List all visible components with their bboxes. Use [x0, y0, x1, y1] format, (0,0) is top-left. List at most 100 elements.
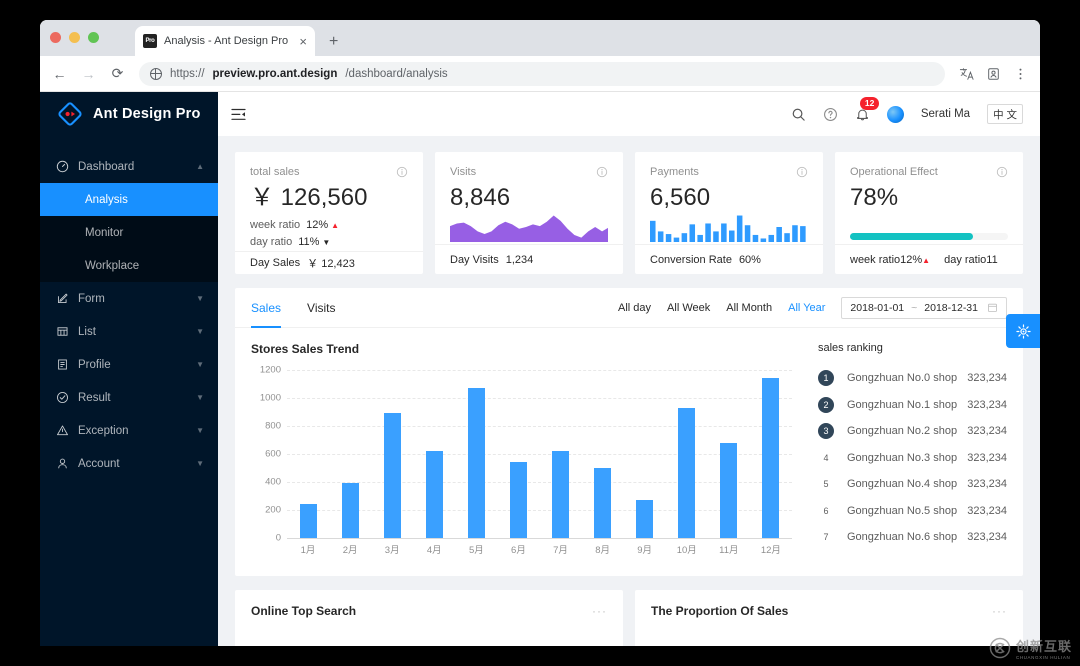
- rank-badge: 4: [823, 452, 829, 463]
- watermark-cn: 创新互联: [1015, 639, 1072, 654]
- back-icon[interactable]: ←: [52, 66, 67, 82]
- arrow-down-icon: ▼: [322, 238, 331, 247]
- kpi-card-total-sales: total sales ￥ 126,560 week ratio 12% ▲ day…: [235, 152, 423, 274]
- card-online-top-search: Online Top Search ···: [235, 590, 623, 646]
- settings-drawer-button[interactable]: [1006, 314, 1040, 348]
- week-ratio-row: week ratio12%▲: [850, 254, 930, 266]
- watermark-logo-icon: [989, 637, 1011, 659]
- y-axis-tick-label: 1200: [259, 364, 281, 376]
- browser-tabbar: Pro Analysis - Ant Design Pro × +: [40, 20, 1040, 56]
- sidebar-item-monitor[interactable]: Monitor: [40, 216, 218, 249]
- desktop-background: Pro Analysis - Ant Design Pro × + ← → ⟳ …: [0, 0, 1080, 666]
- arrow-up-icon: ▲: [922, 255, 931, 265]
- sidebar-item-label: Account: [78, 457, 120, 470]
- more-options-icon[interactable]: ···: [592, 604, 607, 618]
- sidebar-item-workplace[interactable]: Workplace: [40, 249, 218, 282]
- week-ratio-label: week ratio: [850, 253, 901, 266]
- sidebar-item-account[interactable]: Account ▼: [40, 447, 218, 480]
- y-axis-tick-label: 600: [265, 448, 281, 460]
- rank-shop-name: Gongzhuan No.6 shop: [847, 531, 958, 544]
- profile-avatar-icon[interactable]: [986, 67, 1001, 81]
- address-bar[interactable]: https:// preview.pro.ant.design/dashboard…: [139, 61, 945, 86]
- info-circle-icon[interactable]: [596, 166, 608, 178]
- range-all-year[interactable]: All Year: [788, 302, 825, 314]
- info-circle-icon[interactable]: [396, 166, 408, 178]
- sidebar-item-form[interactable]: Form ▼: [40, 282, 218, 315]
- gridline: [287, 426, 792, 427]
- app-header: 12 Serati Ma 中 文: [218, 92, 1040, 136]
- chevron-up-icon[interactable]: ▲: [196, 162, 204, 171]
- sidebar-item-result[interactable]: Result ▼: [40, 381, 218, 414]
- tab-sales[interactable]: Sales: [251, 288, 282, 328]
- ranking-row: 2 Gongzhuan No.1 shop 323,234: [818, 392, 1007, 419]
- kpi-progress-area: [850, 217, 1008, 244]
- sidebar-submenu-dashboard: Analysis Monitor Workplace: [40, 183, 218, 282]
- search-icon[interactable]: [791, 107, 806, 122]
- progress-bar-fill: [850, 233, 974, 240]
- date-start-input[interactable]: 2018-01-01: [850, 302, 904, 314]
- favicon: Pro: [143, 34, 157, 48]
- range-all-week[interactable]: All Week: [667, 302, 710, 314]
- chevron-down-icon[interactable]: ▼: [196, 459, 204, 468]
- sidebar-item-label: Result: [78, 391, 111, 404]
- calendar-icon[interactable]: [987, 302, 998, 313]
- kpi-header: Operational Effect: [850, 166, 1008, 178]
- browser-toolbar-actions: [959, 67, 1028, 81]
- gridline: [287, 370, 792, 371]
- sidebar-item-label: List: [78, 325, 96, 338]
- setting-icon: [1015, 323, 1031, 339]
- maximize-window-button[interactable]: [88, 32, 99, 43]
- kpi-value: 78%: [850, 184, 899, 211]
- minimize-window-button[interactable]: [69, 32, 80, 43]
- chevron-down-icon[interactable]: ▼: [196, 360, 204, 369]
- user-name[interactable]: Serati Ma: [921, 108, 970, 120]
- rank-shop-name: Gongzhuan No.0 shop: [847, 372, 958, 385]
- x-axis-tick-label: 7月: [553, 545, 568, 556]
- more-options-icon[interactable]: ···: [992, 604, 1007, 618]
- avatar[interactable]: [886, 105, 904, 123]
- sidebar-item-list[interactable]: List ▼: [40, 315, 218, 348]
- sidebar-item-label: Form: [78, 292, 105, 305]
- chevron-down-icon[interactable]: ▼: [196, 327, 204, 336]
- sidebar-item-label: Dashboard: [78, 160, 135, 173]
- date-range-picker[interactable]: 2018-01-01 ~ 2018-12-31: [841, 296, 1007, 319]
- language-switcher[interactable]: 中 文: [987, 104, 1023, 124]
- info-circle-icon[interactable]: [996, 166, 1008, 178]
- payments-mini-bar-chart: [650, 215, 806, 242]
- forward-icon[interactable]: →: [81, 66, 96, 82]
- close-icon[interactable]: ×: [299, 35, 307, 48]
- range-all-month[interactable]: All Month: [726, 302, 772, 314]
- info-circle-icon[interactable]: [796, 166, 808, 178]
- week-ratio-value: 12%: [900, 253, 923, 266]
- range-all-day[interactable]: All day: [618, 302, 651, 314]
- browser-menu-icon[interactable]: [1013, 67, 1028, 81]
- reload-icon[interactable]: ⟳: [110, 65, 125, 82]
- menu-fold-icon[interactable]: [231, 108, 246, 121]
- rank-shop-name: Gongzhuan No.3 shop: [847, 451, 958, 464]
- y-axis-tick-label: 800: [265, 420, 281, 432]
- new-tab-button[interactable]: +: [329, 33, 338, 51]
- tab-visits[interactable]: Visits: [307, 288, 335, 327]
- sidebar-logo[interactable]: Ant Design Pro: [40, 92, 218, 136]
- browser-tab[interactable]: Pro Analysis - Ant Design Pro ×: [135, 26, 315, 56]
- chevron-down-icon[interactable]: ▼: [196, 294, 204, 303]
- week-ratio-value: 12%: [306, 219, 329, 231]
- kpi-footer-value: 1,234: [505, 253, 534, 266]
- question-circle-icon[interactable]: [823, 107, 838, 122]
- sidebar-item-analysis[interactable]: Analysis: [40, 183, 218, 216]
- sidebar-item-exception[interactable]: Exception ▼: [40, 414, 218, 447]
- close-window-button[interactable]: [50, 32, 61, 43]
- kpi-footer-value: ￥ 12,423: [307, 258, 355, 270]
- sales-ranking-panel: sales ranking 1 Gongzhuan No.0 shop 323,23…: [796, 342, 1007, 560]
- date-end-input[interactable]: 2018-12-31: [924, 302, 978, 314]
- sidebar-item-dashboard[interactable]: Dashboard ▲: [40, 150, 218, 183]
- stores-sales-trend-chart: Stores Sales Trend 0 200 400 600 800 1000 1200…: [251, 342, 796, 560]
- sidebar-item-profile[interactable]: Profile ▼: [40, 348, 218, 381]
- window-controls[interactable]: [50, 32, 99, 43]
- chevron-down-icon[interactable]: ▼: [196, 426, 204, 435]
- x-axis-tick-label: 1月: [300, 545, 316, 556]
- translate-icon[interactable]: [959, 67, 974, 81]
- bell-icon[interactable]: 12: [855, 96, 880, 122]
- main-content: 12 Serati Ma 中 文 total sales ￥ 126,560 w…: [218, 92, 1040, 646]
- chevron-down-icon[interactable]: ▼: [196, 393, 204, 402]
